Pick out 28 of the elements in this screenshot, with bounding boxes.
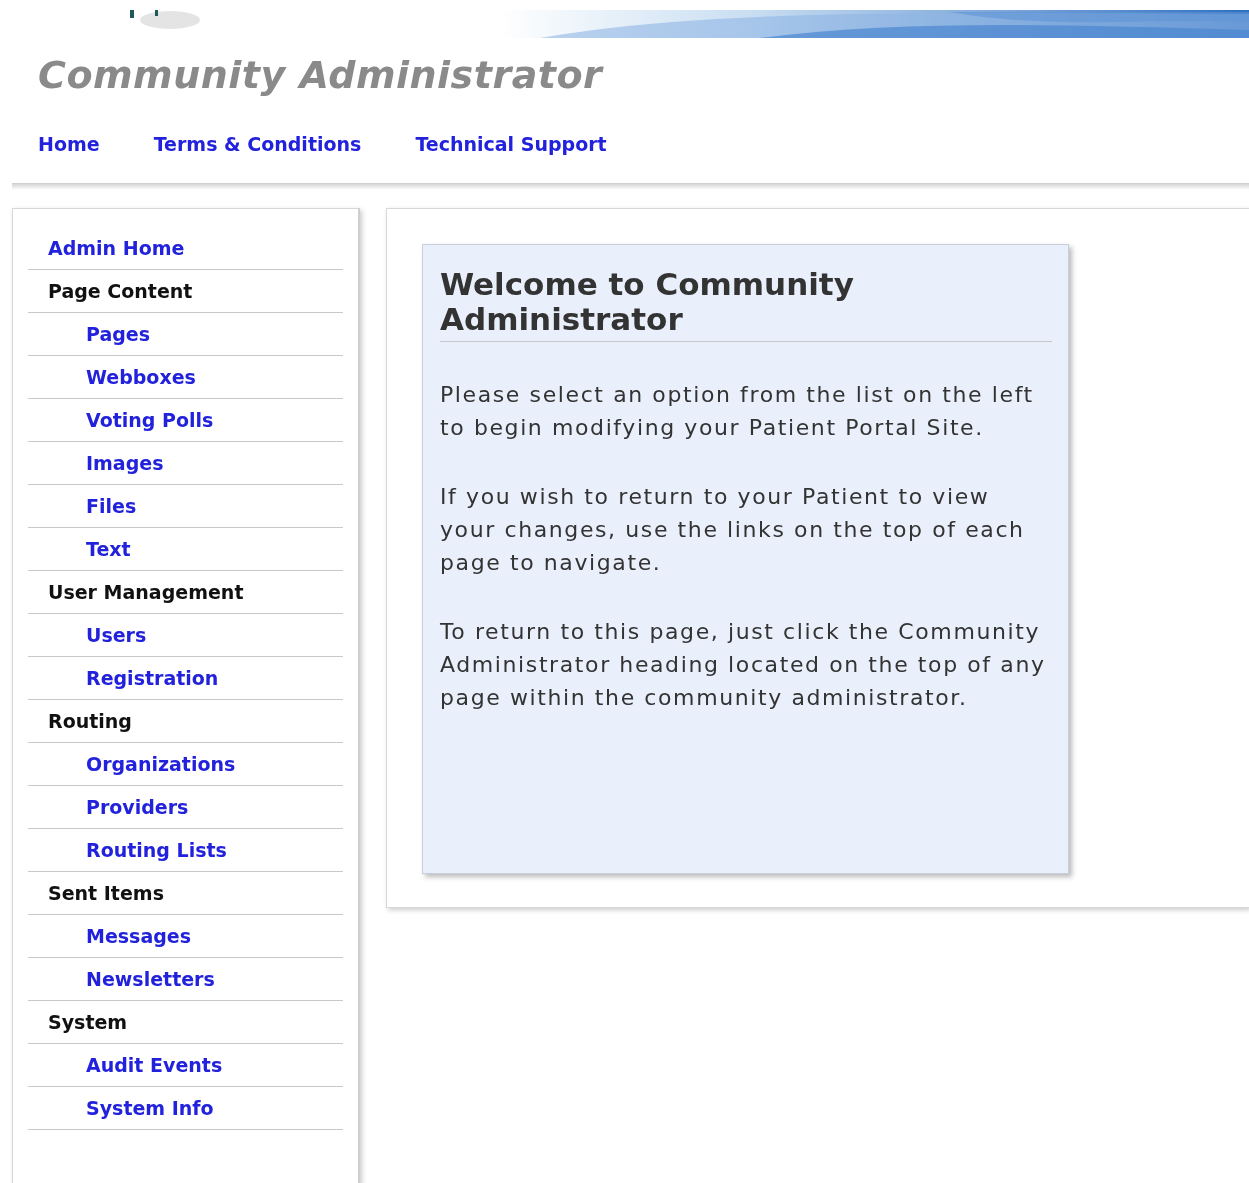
sidebar-link[interactable]: Providers — [28, 786, 343, 829]
nav-link[interactable]: Home — [38, 133, 100, 163]
welcome-paragraph: Please select an option from the list on the left to begin modifying your Patient Portal Site. — [440, 381, 1035, 442]
sidebar-link[interactable]: Voting Polls — [28, 399, 343, 442]
sidebar-heading: Routing — [28, 700, 343, 743]
nav-link[interactable]: Technical Support — [415, 133, 607, 163]
welcome-heading: Welcome to Community Administrator — [440, 267, 1052, 342]
sidebar-link[interactable]: Newsletters — [28, 958, 343, 1001]
sidebar-link[interactable]: Registration — [28, 657, 343, 700]
sidebar-link[interactable]: Text — [28, 528, 343, 571]
sidebar-link[interactable]: Organizations — [28, 743, 343, 786]
sidebar-link[interactable]: Users — [28, 614, 343, 657]
sidebar-link[interactable]: Routing Lists — [28, 829, 343, 872]
welcome-paragraph: If you wish to return to your Patient to view your changes, use the links on the top of each page to navigate. — [440, 483, 1026, 577]
sidebar-heading: Sent Items — [28, 872, 343, 915]
sidebar-heading: System — [28, 1001, 343, 1044]
sidebar-link[interactable]: Admin Home — [28, 227, 343, 270]
sidebar-link[interactable]: Webboxes — [28, 356, 343, 399]
sidebar-link[interactable]: Pages — [28, 313, 343, 356]
welcome-paragraph: To return to this page, just click the Community Administrator heading located on the top of any page within the community administrator. — [440, 618, 1047, 712]
sidebar-link[interactable]: System Info — [28, 1087, 343, 1130]
sidebar-link[interactable]: Audit Events — [28, 1044, 343, 1087]
sidebar-heading: Page Content — [28, 270, 343, 313]
sidebar-link[interactable]: Images — [28, 442, 343, 485]
sidebar-link[interactable]: Files — [28, 485, 343, 528]
nav-link[interactable]: Terms & Conditions — [153, 133, 362, 163]
sidebar-heading: User Management — [28, 571, 343, 614]
sidebar-link[interactable]: Messages — [28, 915, 343, 958]
